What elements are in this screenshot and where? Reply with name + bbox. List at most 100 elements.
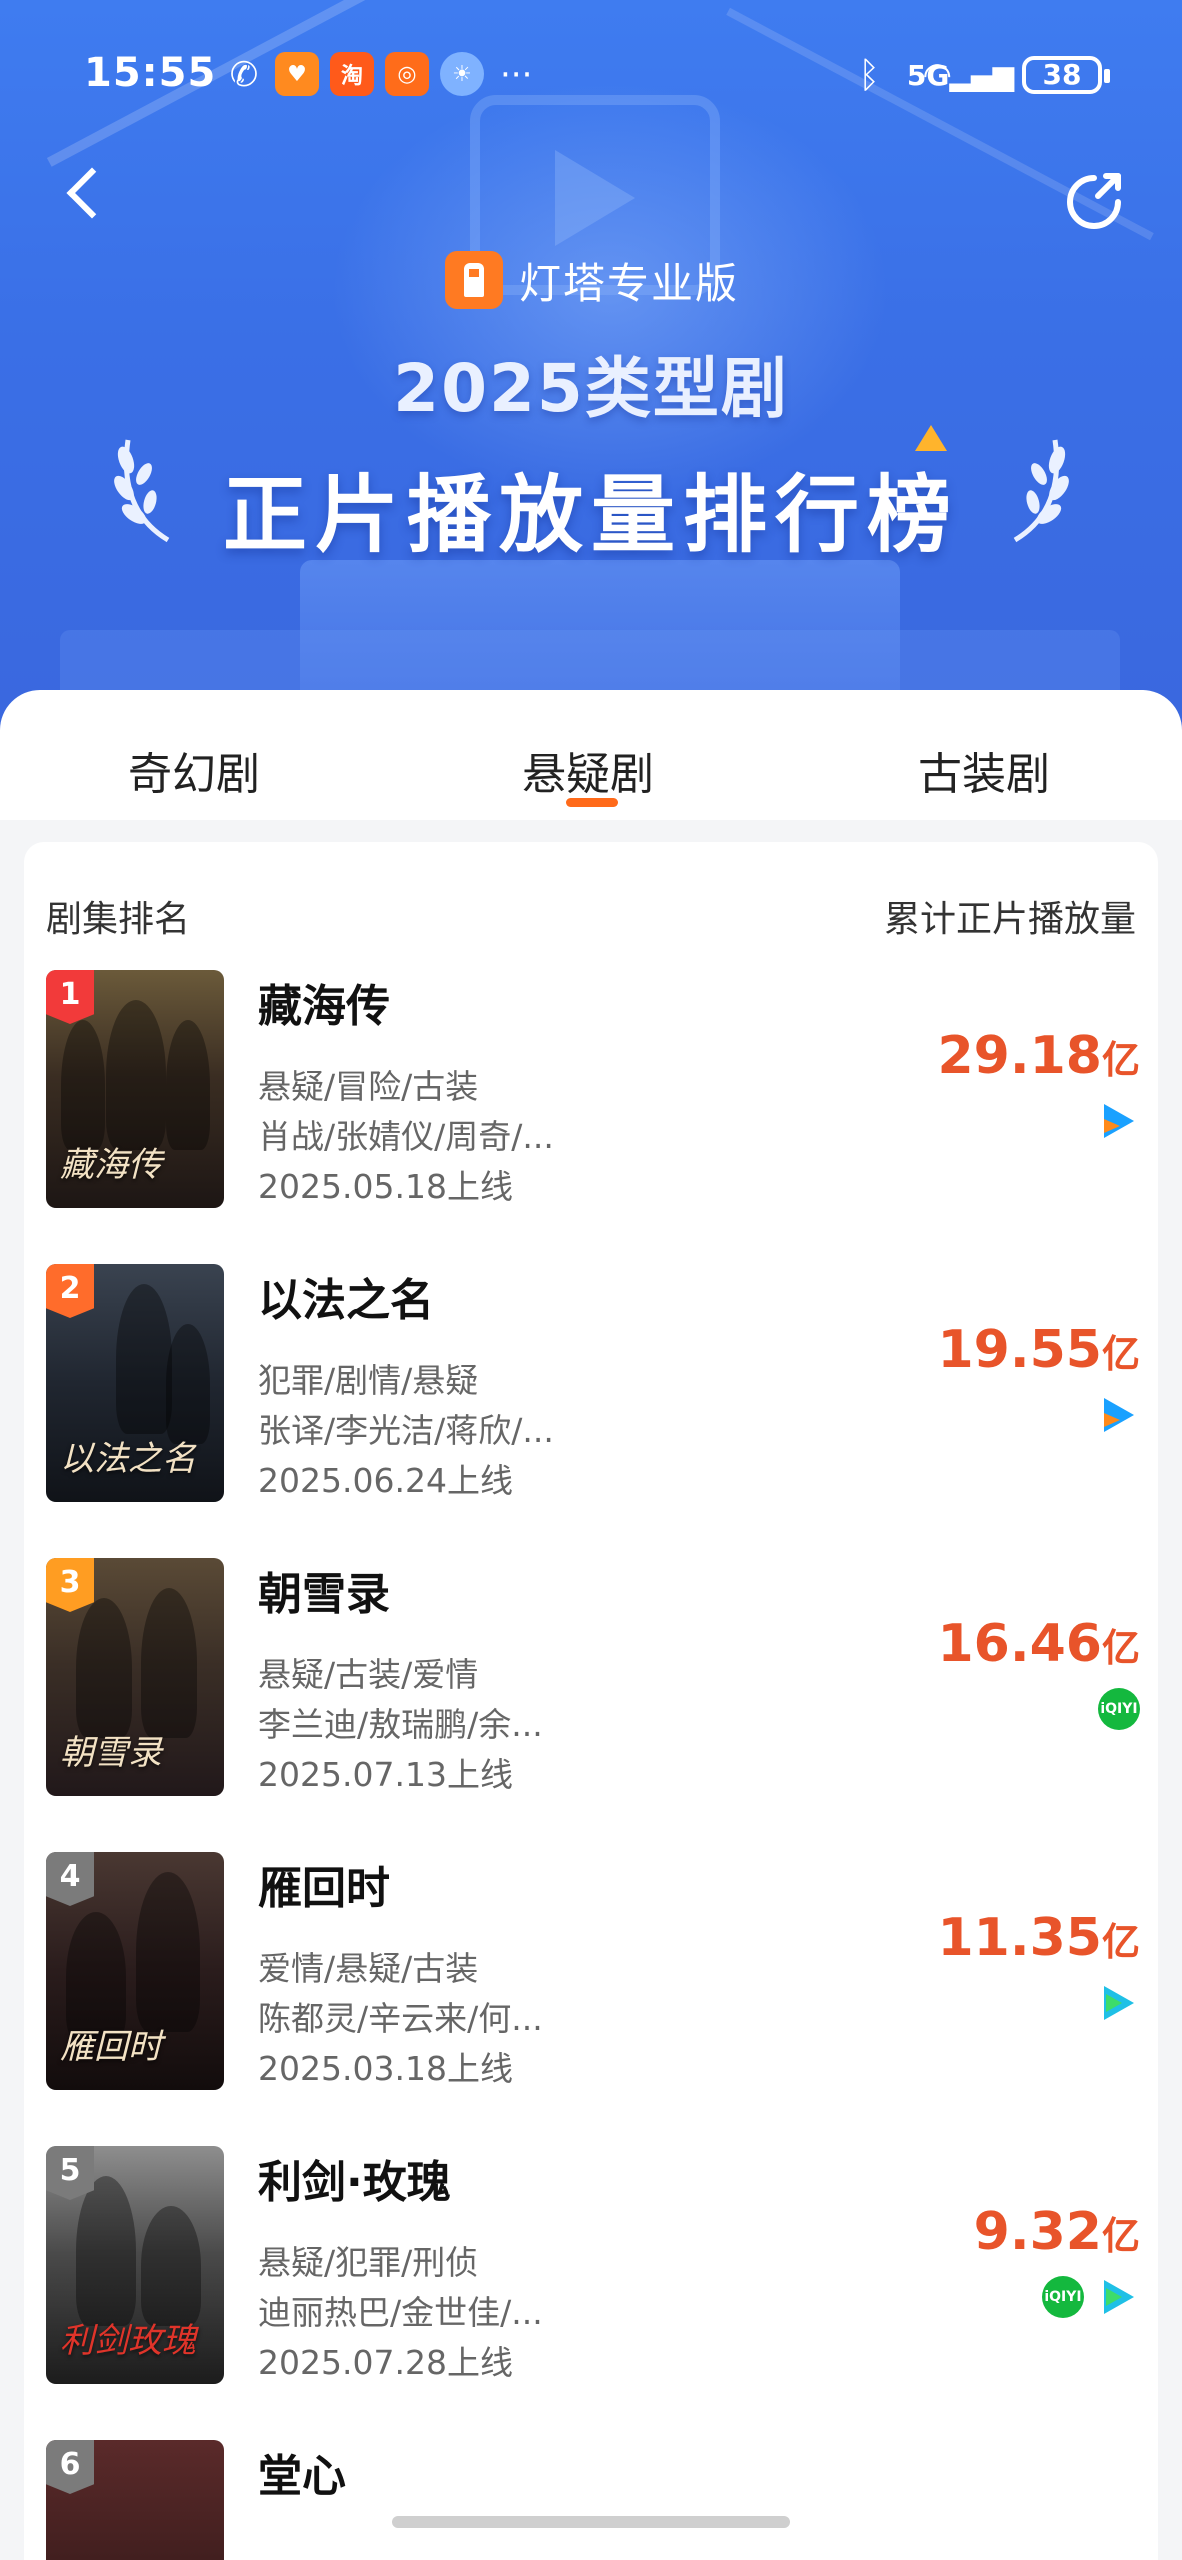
poster-title: 藏海传: [60, 1145, 162, 1185]
tencent-video-icon: [1098, 1394, 1140, 1436]
youku-icon: [1098, 1982, 1140, 2024]
drama-genres: 犯罪/剧情/悬疑: [258, 1361, 479, 1400]
drama-cast: 陈都灵/辛云来/何...: [258, 1999, 543, 2038]
drama-cast: 李兰迪/敖瑞鹏/余...: [258, 1705, 543, 1744]
bluetooth-icon: ᛒ: [858, 54, 880, 96]
column-header-views: 累计正片播放量: [883, 899, 1136, 940]
poster-image: 4 雁回时: [46, 1852, 224, 2090]
tencent-video-icon: [1098, 1100, 1140, 1142]
more-notifications-icon: ···: [500, 55, 533, 95]
play-icon: [555, 150, 635, 246]
rank-badge: 2: [46, 1264, 94, 1318]
table-row[interactable]: 2 以法之名 以法之名 犯罪/剧情/悬疑 张译/李光洁/蒋欣/... 2025.…: [24, 1264, 1158, 1514]
tab-mystery[interactable]: 悬疑剧: [522, 738, 654, 802]
missed-call-icon: ✆: [229, 55, 259, 95]
taobao-icon: 淘: [330, 52, 374, 96]
cellular-signal-icon: 5G ▂▄▆: [906, 58, 1014, 92]
poster-image: 6: [46, 2440, 224, 2560]
category-tabs: 奇幻剧 悬疑剧 古装剧: [0, 690, 1182, 820]
drama-genres: 悬疑/古装/爱情: [258, 1655, 479, 1694]
drama-genres: 悬疑/犯罪/刑侦: [258, 2243, 479, 2282]
view-count-number: 9.32: [973, 2202, 1102, 2262]
view-count: 16.46亿: [938, 1614, 1141, 1674]
release-date: 2025.06.24上线: [258, 1461, 513, 1500]
table-row[interactable]: 3 朝雪录 朝雪录 悬疑/古装/爱情 李兰迪/敖瑞鹏/余... 2025.07.…: [24, 1558, 1158, 1808]
view-count-unit: 亿: [1101, 1332, 1140, 1376]
poster-image: 2 以法之名: [46, 1264, 224, 1502]
arrow-up-icon: [915, 425, 947, 451]
release-date: 2025.03.18上线: [258, 2049, 513, 2088]
tab-fantasy[interactable]: 奇幻剧: [128, 738, 260, 802]
app-icon: ◎: [385, 52, 429, 96]
view-count-unit: 亿: [1101, 1920, 1140, 1964]
drama-name: 利剑·玫瑰: [258, 2157, 451, 2208]
table-row[interactable]: 5 利剑玫瑰 利剑·玫瑰 悬疑/犯罪/刑侦 迪丽热巴/金世佳/... 2025.…: [24, 2146, 1158, 2396]
view-count: 19.55亿: [938, 1320, 1141, 1380]
poster-title: 利剑玫瑰: [60, 2321, 196, 2361]
platform-list: [1098, 1982, 1140, 2024]
release-date: 2025.07.13上线: [258, 1755, 513, 1794]
shield-app-icon: ♥: [275, 52, 319, 96]
table-row[interactable]: 6 堂心: [24, 2440, 1158, 2560]
home-indicator[interactable]: [392, 2516, 790, 2528]
share-icon: [1067, 173, 1121, 229]
rank-badge: 3: [46, 1558, 94, 1612]
platform-list: iQIYI: [1098, 1688, 1140, 1730]
status-time: 15:55: [84, 50, 217, 96]
drama-cast: 迪丽热巴/金世佳/...: [258, 2293, 543, 2332]
rank-badge: 5: [46, 2146, 94, 2200]
platform-list: [1098, 1100, 1140, 1142]
poster-title: 朝雪录: [60, 1733, 162, 1773]
iqiyi-icon: iQIYI: [1098, 1688, 1140, 1730]
view-count: 29.18亿: [938, 1026, 1141, 1086]
battery-icon: 38: [1022, 56, 1110, 94]
status-bar: 15:55 ✆ ♥ 淘 ◎ ☀ ··· ᛒ ◠ 5G ▂▄▆ 38: [0, 0, 1182, 150]
drama-cast: 张译/李光洁/蒋欣/...: [258, 1411, 554, 1450]
lighthouse-logo-icon: [445, 251, 503, 309]
page-title: 2025类型剧: [393, 350, 789, 427]
youku-icon: [1098, 2276, 1140, 2318]
view-count-unit: 亿: [1101, 1038, 1140, 1082]
view-count-number: 16.46: [937, 1614, 1102, 1674]
brand: 灯塔专业版: [445, 250, 739, 310]
platform-list: iQIYI: [1042, 2276, 1140, 2318]
share-button[interactable]: [1062, 170, 1126, 234]
ranking-card: 剧集排名 累计正片播放量 1 藏海传 藏海传 悬疑/冒险/古装 肖战/张婧仪/周…: [24, 842, 1158, 2560]
poster-title: 雁回时: [60, 2027, 162, 2067]
release-date: 2025.05.18上线: [258, 1167, 513, 1206]
rank-badge: 4: [46, 1852, 94, 1906]
back-button[interactable]: [62, 165, 112, 225]
drama-name: 朝雪录: [258, 1569, 390, 1620]
poster-title: 以法之名: [60, 1439, 196, 1479]
poster-image: 1 藏海传: [46, 970, 224, 1208]
view-count-unit: 亿: [1101, 1626, 1140, 1670]
table-row[interactable]: 1 藏海传 藏海传 悬疑/冒险/古装 肖战/张婧仪/周奇/... 2025.05…: [24, 970, 1158, 1220]
poster-image: 3 朝雪录: [46, 1558, 224, 1796]
drama-name: 堂心: [258, 2451, 346, 2502]
table-row[interactable]: 4 雁回时 雁回时 爱情/悬疑/古装 陈都灵/辛云来/何... 2025.03.…: [24, 1852, 1158, 2102]
iqiyi-icon: iQIYI: [1042, 2276, 1084, 2318]
rank-badge: 6: [46, 2440, 94, 2494]
column-header-rank: 剧集排名: [46, 899, 191, 940]
drama-cast: 肖战/张婧仪/周奇/...: [258, 1117, 554, 1156]
tab-costume[interactable]: 古装剧: [918, 738, 1050, 802]
drama-name: 以法之名: [258, 1275, 434, 1326]
weather-icon: ☀: [440, 52, 484, 96]
network-type: 5G: [906, 58, 950, 92]
view-count: 9.32亿: [974, 2202, 1140, 2262]
poster-image: 5 利剑玫瑰: [46, 2146, 224, 2384]
drama-name: 藏海传: [258, 981, 390, 1032]
drama-name: 雁回时: [258, 1863, 390, 1914]
ranking-content: 剧集排名 累计正片播放量 1 藏海传 藏海传 悬疑/冒险/古装 肖战/张婧仪/周…: [0, 820, 1182, 2560]
active-tab-indicator: [566, 798, 618, 807]
view-count: 11.35亿: [938, 1908, 1141, 1968]
view-count-unit: 亿: [1101, 2214, 1140, 2258]
drama-genres: 爱情/悬疑/古装: [258, 1949, 479, 1988]
laurel-icon: [995, 430, 1075, 550]
view-count-number: 19.55: [937, 1320, 1102, 1380]
view-count-number: 29.18: [937, 1026, 1102, 1086]
drama-genres: 悬疑/冒险/古装: [258, 1067, 479, 1106]
release-date: 2025.07.28上线: [258, 2343, 513, 2382]
ranking-panel: 奇幻剧 悬疑剧 古装剧 剧集排名 累计正片播放量 1 藏海传 藏海传 悬疑/冒险…: [0, 690, 1182, 2560]
platform-list: [1098, 1394, 1140, 1436]
